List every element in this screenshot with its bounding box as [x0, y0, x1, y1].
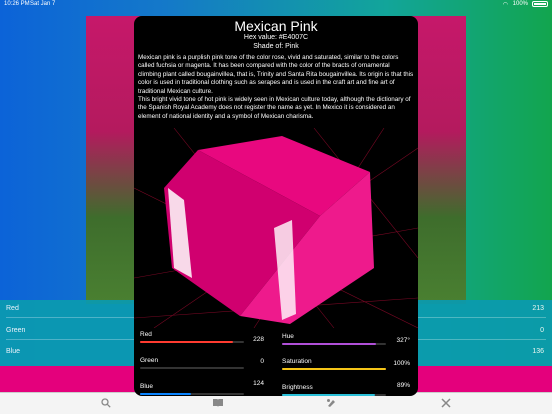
prop-blue-label: Blue: [140, 383, 154, 390]
color-name-title: Mexican Pink: [234, 18, 318, 34]
prop-blue-value: 124: [253, 380, 264, 387]
prop-hue-fill: [282, 343, 377, 345]
tools-icon[interactable]: [440, 398, 452, 410]
prop-blue-bar: [140, 393, 244, 395]
search-icon[interactable]: [100, 398, 112, 410]
prop-brightness-bar: [282, 394, 386, 396]
prop-hue-bar: [282, 343, 386, 345]
prop-hue-label: Hue: [282, 333, 294, 340]
prop-blue-fill: [140, 393, 191, 395]
prop-green-bar: [140, 367, 244, 369]
description-paragraph: This bright vivid tone of hot pink is wi…: [138, 96, 411, 120]
palette-icon[interactable]: [325, 398, 337, 410]
bg-green-value: 0: [540, 327, 544, 334]
prop-green-label: Green: [140, 357, 159, 364]
prop-red-label: Red: [140, 331, 152, 338]
prop-saturation-label: Saturation: [282, 358, 312, 365]
prop-saturation-bar: [282, 368, 386, 370]
prop-brightness-fill: [282, 394, 375, 396]
wifi-icon: ◠: [502, 2, 508, 8]
bg-red-label: Red: [6, 305, 19, 312]
bg-blue-value: 136: [532, 348, 544, 355]
battery-percentage: 100%: [512, 1, 528, 7]
bg-green-label: Green: [6, 327, 26, 334]
status-date: Sat Jan 7: [30, 1, 56, 7]
prop-green-value: 0: [260, 358, 264, 365]
status-bar: 10:26 PM Sat Jan 7 ◠ 100%: [0, 0, 552, 8]
book-icon[interactable]: [212, 398, 224, 410]
prop-saturation-fill: [282, 368, 386, 370]
color-cube-3d[interactable]: [134, 128, 418, 328]
description-paragraph: Mexican pink is a purplish pink tone of …: [138, 54, 414, 95]
shade-of: Shade of: Pink: [253, 43, 299, 50]
prop-red-bar: [140, 341, 244, 343]
hex-value: Hex value: #E4007C: [243, 34, 309, 41]
bg-blue-label: Blue: [6, 348, 21, 355]
bg-red-value: 213: [532, 305, 544, 312]
prop-brightness-value: 89%: [396, 382, 410, 389]
color-description: Mexican pink is a purplish pink tone of …: [138, 54, 414, 121]
status-time: 10:26 PM: [4, 1, 30, 7]
battery-icon: [532, 1, 548, 7]
prop-brightness-label: Brightness: [282, 384, 313, 391]
prop-red-fill: [140, 341, 233, 343]
prop-saturation-value: 100%: [393, 360, 410, 367]
color-detail-modal: Mexican Pink Hex value: #E4007C Shade of…: [134, 16, 418, 396]
